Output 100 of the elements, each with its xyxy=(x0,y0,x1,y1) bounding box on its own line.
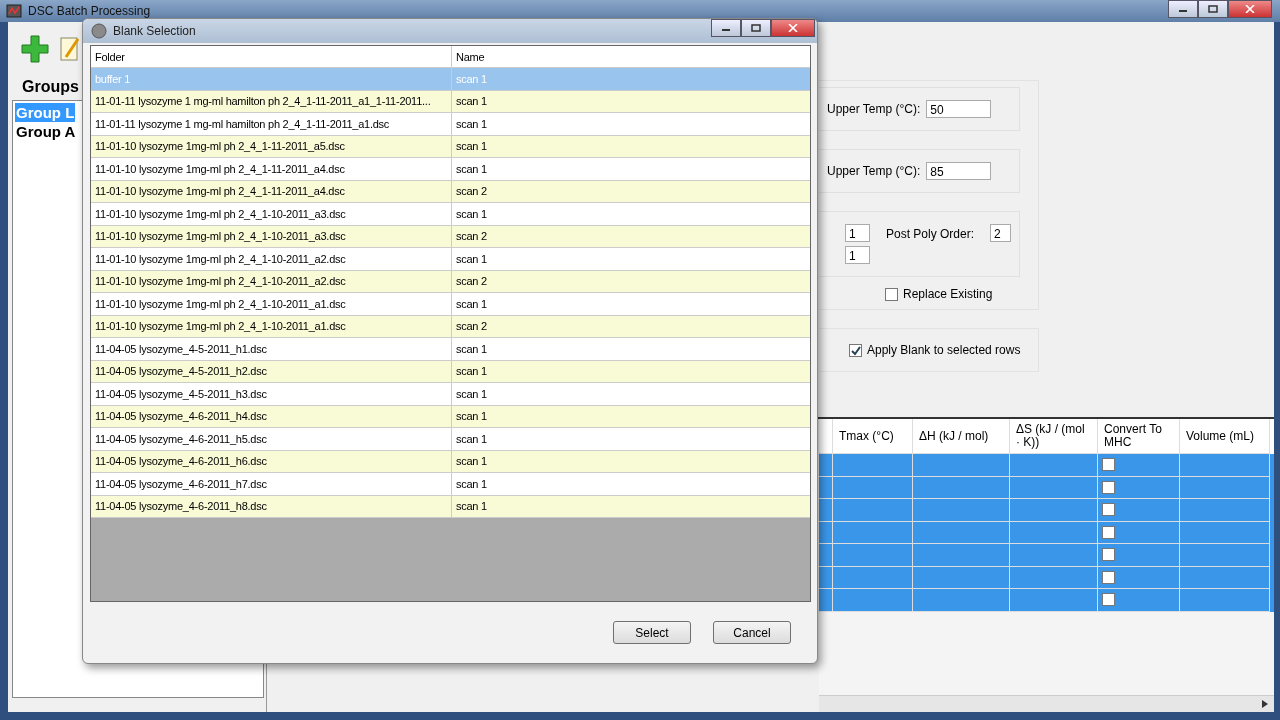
horizontal-scrollbar[interactable] xyxy=(819,695,1274,712)
table-row[interactable] xyxy=(819,499,1274,522)
table-row[interactable]: 11-04-05 lysozyme_4-5-2011_h3.dsc scan 1 xyxy=(91,383,810,406)
table-row[interactable]: 11-01-10 lysozyme 1mg-ml ph 2_4_1-11-2011_a4.dsc scan 1 xyxy=(91,158,810,181)
table-row[interactable]: 11-04-05 lysozyme_4-6-2011_h5.dsc scan 1 xyxy=(91,428,810,451)
folder-cell: 11-01-10 lysozyme 1mg-ml ph 2_4_1-11-2011_a4.dsc xyxy=(91,180,452,202)
maximize-icon xyxy=(1208,5,1218,13)
table-row[interactable] xyxy=(819,454,1274,477)
table-row[interactable]: 11-01-11 lysozyme 1 mg-ml hamilton ph 2_4_1-11-2011_a1.dsc scan 1 xyxy=(91,113,810,136)
folder-cell: 11-04-05 lysozyme_4-6-2011_h6.dsc xyxy=(91,450,452,472)
checkbox[interactable] xyxy=(1102,480,1115,494)
name-cell-text: scan 2 xyxy=(455,274,488,290)
checkbox[interactable] xyxy=(849,343,862,357)
folder-cell: buffer 1 xyxy=(91,68,452,90)
table-row[interactable]: 11-01-10 lysozyme 1mg-ml ph 2_4_1-10-2011_a1.dsc scan 2 xyxy=(91,315,810,338)
name-cell-text: scan 1 xyxy=(455,71,488,87)
table-row[interactable]: 11-01-10 lysozyme 1mg-ml ph 2_4_1-10-2011_a2.dsc scan 2 xyxy=(91,270,810,293)
name-cell-text: scan 1 xyxy=(455,386,488,402)
maximize-button[interactable] xyxy=(1198,0,1228,18)
name-cell-text: scan 2 xyxy=(455,229,488,245)
replace-existing-label: Replace Existing xyxy=(903,287,993,301)
group-item[interactable]: Group A xyxy=(15,122,77,141)
table-row[interactable] xyxy=(819,589,1274,612)
folder-cell: 11-01-10 lysozyme 1mg-ml ph 2_4_1-10-2011_a2.dsc xyxy=(91,270,452,292)
post-poly-order-field[interactable]: 2 xyxy=(990,224,1011,242)
add-icon[interactable] xyxy=(20,34,50,64)
table-row[interactable]: 11-01-11 lysozyme 1 mg-ml hamilton ph 2_4_1-11-2011_a1_1-11-2011... scan 1 xyxy=(91,90,810,113)
close-button[interactable] xyxy=(771,19,815,37)
minimize-button[interactable] xyxy=(1168,0,1198,18)
folder-cell: 11-01-10 lysozyme 1mg-ml ph 2_4_1-10-2011_a1.dsc xyxy=(91,293,452,315)
table-row[interactable] xyxy=(819,544,1274,567)
checkbox[interactable] xyxy=(885,287,898,301)
folder-cell: 11-01-11 lysozyme 1 mg-ml hamilton ph 2_4_1-11-2011_a1_1-11-2011... xyxy=(91,90,452,112)
name-cell-text: scan 1 xyxy=(455,94,488,110)
name-cell-text: scan 2 xyxy=(455,184,488,200)
folder-cell: 11-04-05 lysozyme_4-5-2011_h3.dsc xyxy=(91,383,452,405)
post-poly-order-label: Post Poly Order: xyxy=(886,227,975,241)
close-icon xyxy=(788,24,798,32)
checkbox[interactable] xyxy=(1102,503,1115,517)
table-row[interactable]: 11-01-10 lysozyme 1mg-ml ph 2_4_1-10-2011_a3.dsc scan 2 xyxy=(91,225,810,248)
table-row[interactable] xyxy=(819,476,1274,499)
checkbox[interactable] xyxy=(1102,458,1115,472)
table-row[interactable]: 11-04-05 lysozyme_4-5-2011_h2.dsc scan 1 xyxy=(91,360,810,383)
table-row[interactable] xyxy=(819,521,1274,544)
column-header[interactable]: Folder xyxy=(91,46,452,67)
dialog-title: Blank Selection xyxy=(113,24,196,38)
folder-cell: 11-01-10 lysozyme 1mg-ml ph 2_4_1-11-2011_a5.dsc xyxy=(91,135,452,157)
folder-cell: 11-01-10 lysozyme 1mg-ml ph 2_4_1-10-2011_a3.dsc xyxy=(91,203,452,225)
close-button[interactable] xyxy=(1228,0,1272,18)
folder-cell: 11-04-05 lysozyme_4-6-2011_h5.dsc xyxy=(91,428,452,450)
name-cell-text: scan 1 xyxy=(455,206,488,222)
name-cell-text: scan 1 xyxy=(455,296,488,312)
pre-poly-order-field[interactable]: 1 xyxy=(845,224,870,242)
checkbox[interactable] xyxy=(1102,570,1115,584)
checkbox[interactable] xyxy=(1102,548,1115,562)
name-cell-text: scan 1 xyxy=(455,431,488,447)
table-row[interactable] xyxy=(819,566,1274,589)
name-cell-text: scan 2 xyxy=(455,319,488,335)
name-cell-text: scan 1 xyxy=(455,476,488,492)
upper-temp-label: Upper Temp (°C): xyxy=(827,102,921,116)
folder-cell: 11-04-05 lysozyme_4-6-2011_h7.dsc xyxy=(91,473,452,495)
table-row[interactable]: 11-04-05 lysozyme_4-5-2011_h1.dsc scan 1 xyxy=(91,338,810,361)
name-cell-text: scan 1 xyxy=(455,409,488,425)
maximize-button[interactable] xyxy=(741,19,771,37)
name-cell-text: scan 1 xyxy=(455,341,488,357)
folder-cell: 11-01-10 lysozyme 1mg-ml ph 2_4_1-10-2011_a2.dsc xyxy=(91,248,452,270)
name-cell-text: scan 1 xyxy=(455,454,488,470)
table-row[interactable]: 11-01-10 lysozyme 1mg-ml ph 2_4_1-11-2011_a5.dsc scan 1 xyxy=(91,135,810,158)
name-cell-text: scan 1 xyxy=(455,251,488,267)
table-row[interactable]: 11-01-10 lysozyme 1mg-ml ph 2_4_1-10-2011_a3.dsc scan 1 xyxy=(91,203,810,226)
name-cell-text: scan 1 xyxy=(455,161,488,177)
folder-cell: 11-01-10 lysozyme 1mg-ml ph 2_4_1-11-2011_a4.dsc xyxy=(91,158,452,180)
order-field[interactable]: 1 xyxy=(845,246,870,264)
minimize-button[interactable] xyxy=(711,19,741,37)
table-row[interactable]: 11-04-05 lysozyme_4-6-2011_h6.dsc scan 1 xyxy=(91,450,810,473)
table-row[interactable]: 11-01-10 lysozyme 1mg-ml ph 2_4_1-11-2011_a4.dsc scan 2 xyxy=(91,180,810,203)
notepad-pencil-icon[interactable] xyxy=(60,35,80,63)
dialog-button[interactable]: Select xyxy=(613,621,691,644)
checkbox[interactable] xyxy=(1102,593,1115,607)
folder-cell: 11-01-11 lysozyme 1 mg-ml hamilton ph 2_4_1-11-2011_a1.dsc xyxy=(91,113,452,135)
table-row[interactable]: 11-01-10 lysozyme 1mg-ml ph 2_4_1-10-2011_a2.dsc scan 1 xyxy=(91,248,810,271)
name-cell-text: scan 1 xyxy=(455,499,488,515)
groups-heading: Groups xyxy=(22,78,79,95)
folder-cell: 11-04-05 lysozyme_4-5-2011_h2.dsc xyxy=(91,360,452,382)
column-header[interactable]: Name xyxy=(452,46,810,67)
upper-temp-field[interactable]: 85 xyxy=(926,162,992,180)
checkbox[interactable] xyxy=(1102,525,1115,539)
upper-temp-field[interactable]: 50 xyxy=(926,100,992,118)
folder-cell: 11-01-10 lysozyme 1mg-ml ph 2_4_1-10-2011_a1.dsc xyxy=(91,315,452,337)
upper-temp-label: Upper Temp (°C): xyxy=(827,164,921,178)
table-row[interactable]: 11-04-05 lysozyme_4-6-2011_h8.dsc scan 1 xyxy=(91,495,810,518)
folder-cell: 11-01-10 lysozyme 1mg-ml ph 2_4_1-10-2011_a3.dsc xyxy=(91,225,452,247)
folder-cell: 11-04-05 lysozyme_4-6-2011_h4.dsc xyxy=(91,405,452,427)
table-row[interactable]: 11-04-05 lysozyme_4-6-2011_h4.dsc scan 1 xyxy=(91,405,810,428)
window-title: DSC Batch Processing xyxy=(28,4,151,18)
table-row[interactable]: 11-01-10 lysozyme 1mg-ml ph 2_4_1-10-2011_a1.dsc scan 1 xyxy=(91,293,810,316)
scroll-right-icon[interactable] xyxy=(1262,700,1268,708)
table-row[interactable]: 11-04-05 lysozyme_4-6-2011_h7.dsc scan 1 xyxy=(91,473,810,496)
dialog-button[interactable]: Cancel xyxy=(713,621,791,644)
folder-cell: 11-04-05 lysozyme_4-6-2011_h8.dsc xyxy=(91,495,452,517)
